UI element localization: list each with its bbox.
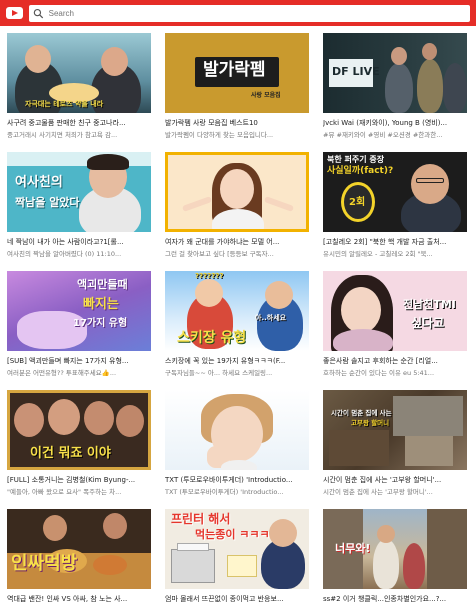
video-title[interactable]: ss#2 이거 챙클릭...인종차별인가요...?... bbox=[323, 594, 467, 603]
video-title[interactable]: 스키장에 꼭 있는 19가지 유형ㅋㅋㅋ(F... bbox=[165, 356, 309, 365]
video-thumbnail[interactable] bbox=[165, 152, 309, 232]
thumbnail-caption: 프린터 해서 bbox=[171, 512, 231, 526]
thumbnail-caption: 여사친의 bbox=[15, 175, 63, 190]
video-card[interactable]: ??????? 아..하세요 스키장 유형 스키장에 꼭 있는 19가지 유형ㅋ… bbox=[165, 271, 309, 378]
video-title[interactable]: TXT (투모로우바이투게더) 'Introductio... bbox=[165, 475, 309, 484]
video-grid: 자극대는 테로즈 약을 내라 사구려 중고물품 판매한 친구 중고나라... 중… bbox=[0, 33, 476, 616]
video-description: "예들아, 아빠 왔으로 요사" 폭주하는 차... bbox=[7, 488, 122, 495]
video-description: 여사친의 짝남을 알아버렸다 (0) 11:10... bbox=[7, 250, 122, 257]
search-icon[interactable] bbox=[33, 8, 44, 19]
video-description: 호하하는 순간이 있다는 이유 eu 5:41... bbox=[323, 369, 435, 376]
video-thumbnail[interactable]: 이건 뭐죠 이야 bbox=[7, 390, 151, 470]
video-card[interactable]: 이건 뭐죠 이야 [FULL] 소통거니는 김병철(Kim Byung-... … bbox=[7, 390, 151, 497]
top-bar bbox=[0, 0, 476, 26]
video-title[interactable]: 시간이 멈춘 집에 사는 '고부왕 할머니'... bbox=[323, 475, 467, 484]
video-card[interactable]: 액괴만들때 빠지는 17가지 유형 [SUB] 액괴만들며 빠지는 17가지 유… bbox=[7, 271, 151, 378]
thumbnail-caption: 시간이 멈춘 집에 사는 bbox=[331, 409, 392, 417]
thumbnail-caption: DF LIVE bbox=[332, 65, 380, 78]
video-title[interactable]: 네 짝남이 내가 아는 사람이라고?1[롤... bbox=[7, 237, 151, 246]
video-thumbnail[interactable]: DF LIVE bbox=[323, 33, 467, 113]
thumbnail-caption: 발가락펨 bbox=[203, 60, 266, 80]
video-title[interactable]: 발가락펨 사랑 모음집 베스트10 bbox=[165, 118, 309, 127]
video-thumbnail[interactable]: 너무와! bbox=[323, 509, 467, 589]
thumbnail-subcaption: 짝남을 알았다 bbox=[15, 196, 80, 209]
thumbnail-subcaption: 사실일까(fact)? bbox=[327, 166, 394, 176]
video-title[interactable]: 엄마 몰래서 뜨끈없이 종이먹고 반응보... bbox=[165, 594, 309, 603]
video-description: 발가락펨이 다양하게 찾는 모음입니다... bbox=[165, 131, 274, 138]
video-thumbnail[interactable]: ??????? 아..하세요 스키장 유형 bbox=[165, 271, 309, 351]
thumbnail-episode: 2회 bbox=[349, 197, 366, 208]
video-description: 여러분은 어떤유형?? 투표해주세요👍... bbox=[7, 369, 117, 376]
video-card[interactable]: 인싸먹방 역대급 밴잔! 인싸 VS 아싸, 참 노는 사... bbox=[7, 509, 151, 616]
video-title[interactable]: 좋은사람 솔지고 후회하는 순간 [리얼... bbox=[323, 356, 467, 365]
thumbnail-subcaption: 싶다고 bbox=[411, 316, 445, 330]
video-thumbnail[interactable]: 북한 퍼주기 중장 사실일까(fact)? 2회 bbox=[323, 152, 467, 232]
video-card[interactable]: 북한 퍼주기 중장 사실일까(fact)? 2회 [고칠레오 2회] "북한 핵… bbox=[323, 152, 467, 259]
video-card[interactable]: DF LIVE Jvcki Wai (재키와이), Young B (영비)..… bbox=[323, 33, 467, 140]
video-title[interactable]: 역대급 밴잔! 인싸 VS 아싸, 참 노는 사... bbox=[7, 594, 151, 603]
thumbnail-caption: 이건 뭐죠 이야 bbox=[30, 446, 111, 461]
search-bar[interactable] bbox=[29, 4, 470, 22]
video-description: 구독자님들~~ 아... 하세요 스케일링... bbox=[165, 369, 273, 376]
video-thumbnail[interactable] bbox=[165, 390, 309, 470]
video-title[interactable]: Jvcki Wai (재키와이), Young B (영비)... bbox=[323, 118, 467, 127]
video-thumbnail[interactable]: 전남친TMI 싶다고 bbox=[323, 271, 467, 351]
video-card[interactable]: 시간이 멈춘 집에 사는 고부왕 할머니 시간이 멈춘 집에 사는 '고부왕 할… bbox=[323, 390, 467, 497]
video-card[interactable]: 전남친TMI 싶다고 좋은사람 솔지고 후회하는 순간 [리얼... 호하하는 … bbox=[323, 271, 467, 378]
thumbnail-subcaption: 아..하세요 bbox=[255, 314, 287, 322]
video-description: 유시민의 알릴레오 - 고칠레오 2회 "북... bbox=[323, 250, 433, 257]
video-card[interactable]: 발가락펨 사랑 모음집 발가락펨 사랑 모음집 베스트10 발가락펨이 다양하게… bbox=[165, 33, 309, 140]
thumbnail-caption: 액괴만들때 bbox=[77, 278, 128, 291]
thumbnail-caption: 인싸먹방 bbox=[11, 553, 78, 574]
search-input[interactable] bbox=[48, 8, 470, 18]
video-title[interactable]: [고칠레오 2회] "북한 핵 개발 자금 출처... bbox=[323, 237, 467, 246]
video-thumbnail[interactable]: 프린터 해서 먹는종이 ㅋㅋㅋ bbox=[165, 509, 309, 589]
video-description: 시간이 멈춘 집에 사는 '고부왕 할머니'... bbox=[323, 488, 433, 495]
thumbnail-question: ??????? bbox=[195, 272, 224, 280]
thumbnail-caption: 자극대는 테로즈 약을 내라 bbox=[25, 100, 104, 108]
video-thumbnail[interactable]: 자극대는 테로즈 약을 내라 bbox=[7, 33, 151, 113]
video-card[interactable]: 프린터 해서 먹는종이 ㅋㅋㅋ 엄마 몰래서 뜨끈없이 종이먹고 반응보... bbox=[165, 509, 309, 616]
video-card[interactable]: 너무와! ss#2 이거 챙클릭...인종차별인가요...?... bbox=[323, 509, 467, 616]
video-description: 중고거래시 사기치면 처죄가 참고욕 감... bbox=[7, 131, 118, 138]
video-title[interactable]: [FULL] 소통거니는 김병철(Kim Byung-... bbox=[7, 475, 151, 484]
video-description: 그런 걸 찾아보고 싶다 [등등보 구독자... bbox=[165, 250, 274, 257]
thumbnail-tagline: 17가지 유형 bbox=[73, 318, 128, 329]
video-thumbnail[interactable]: 인싸먹방 bbox=[7, 509, 151, 589]
video-card[interactable]: 여자가 왜 군대를 가야하냐는 모델 어... 그런 걸 찾아보고 싶다 [등등… bbox=[165, 152, 309, 259]
video-card[interactable]: 여사친의 짝남을 알았다 네 짝남이 내가 아는 사람이라고?1[롤... 여사… bbox=[7, 152, 151, 259]
video-thumbnail[interactable]: 액괴만들때 빠지는 17가지 유형 bbox=[7, 271, 151, 351]
thumbnail-subcaption: 고부왕 할머니 bbox=[351, 419, 390, 427]
thumbnail-caption: 북한 퍼주기 중장 bbox=[327, 155, 385, 164]
thumbnail-subcaption: 먹는종이 ㅋㅋㅋ bbox=[195, 528, 270, 541]
video-description: TXT (투모로우바이투게더) 'Introductio... bbox=[165, 488, 284, 495]
thumbnail-caption: 스키장 유형 bbox=[177, 330, 247, 346]
thumbnail-caption: 너무와! bbox=[335, 542, 371, 555]
video-thumbnail[interactable]: 발가락펨 사랑 모음집 bbox=[165, 33, 309, 113]
video-card[interactable]: 자극대는 테로즈 약을 내라 사구려 중고물품 판매한 친구 중고나라... 중… bbox=[7, 33, 151, 140]
video-title[interactable]: 사구려 중고물품 판매한 친구 중고나라... bbox=[7, 118, 151, 127]
video-thumbnail[interactable]: 시간이 멈춘 집에 사는 고부왕 할머니 bbox=[323, 390, 467, 470]
video-thumbnail[interactable]: 여사친의 짝남을 알았다 bbox=[7, 152, 151, 232]
thumbnail-subcaption: 사랑 모음집 bbox=[251, 92, 281, 99]
youtube-play-icon[interactable] bbox=[6, 7, 23, 19]
video-title[interactable]: [SUB] 액괴만들며 빠지는 17가지 유형... bbox=[7, 356, 151, 365]
video-title[interactable]: 여자가 왜 군대를 가야하냐는 모델 어... bbox=[165, 237, 309, 246]
video-card[interactable]: TXT (투모로우바이투게더) 'Introductio... TXT (투모로… bbox=[165, 390, 309, 497]
thumbnail-subcaption: 빠지는 bbox=[83, 297, 119, 312]
thumbnail-caption: 전남친TMI bbox=[403, 298, 456, 311]
video-description: #뮤 #재키와이 #영비 #오션경 #한과한... bbox=[323, 131, 443, 138]
